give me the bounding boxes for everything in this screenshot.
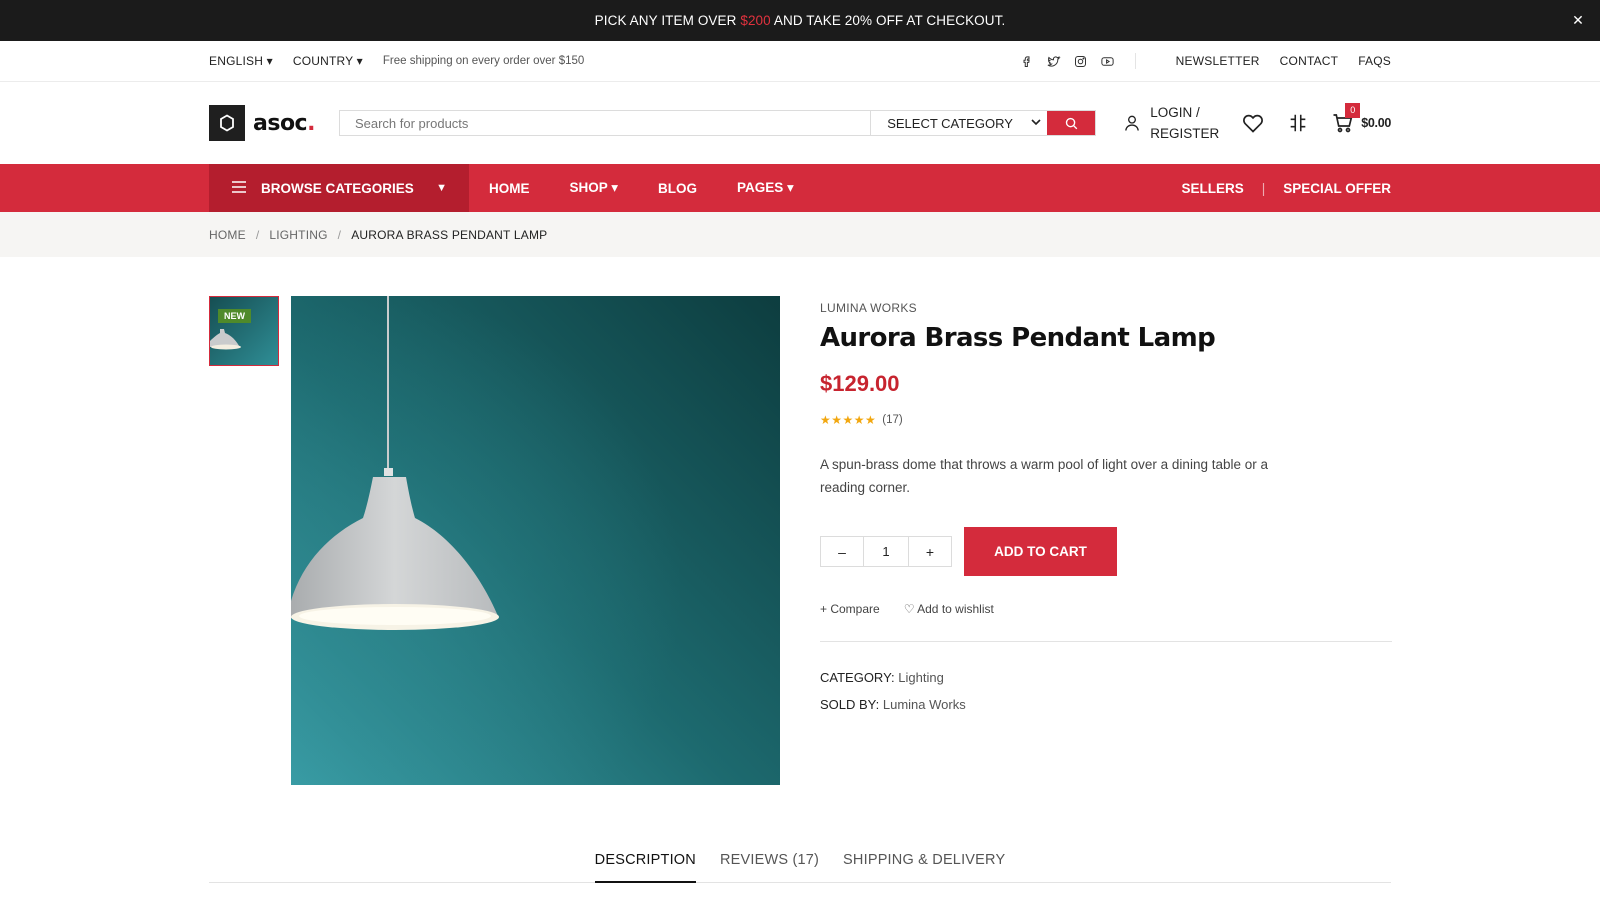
breadcrumb: HOME / LIGHTING / AURORA BRASS PENDANT L…: [0, 212, 1600, 257]
product-info: LUMINA WORKS Aurora Brass Pendant Lamp $…: [820, 296, 1392, 718]
account-link[interactable]: LOGIN / REGISTER: [1122, 102, 1219, 144]
close-icon[interactable]: ✕: [1570, 12, 1586, 28]
purchase-row: – + ADD TO CART: [820, 527, 1392, 576]
star-rating-icon: ★★★★★: [820, 413, 877, 427]
tab-description[interactable]: DESCRIPTION: [594, 840, 696, 883]
product-main-image[interactable]: [291, 296, 780, 785]
search-bar: SELECT CATEGORY: [338, 110, 1097, 136]
nav-sellers[interactable]: SELLERS: [1181, 181, 1243, 196]
social-links: [1019, 53, 1136, 69]
youtube-icon[interactable]: [1100, 54, 1115, 69]
product-description: A spun-brass dome that throws a warm poo…: [820, 457, 1268, 495]
product-thumbnail[interactable]: NEW: [209, 296, 279, 366]
chevron-down-icon: [1031, 118, 1041, 129]
breadcrumb-current: AURORA BRASS PENDANT LAMP: [351, 227, 548, 242]
promo-text-start: PICK ANY ITEM OVER: [594, 13, 741, 28]
logo-mark: [209, 105, 245, 141]
logo-wordmark: asoc.: [253, 111, 315, 136]
wishlist-button[interactable]: [1241, 111, 1265, 135]
breadcrumb-home[interactable]: HOME: [209, 228, 246, 242]
breadcrumb-separator: /: [255, 227, 260, 242]
facebook-icon[interactable]: [1019, 54, 1034, 69]
product-actions: + Compare ♡ Add to wishlist: [820, 602, 1392, 616]
nav-blog[interactable]: BLOG: [658, 181, 697, 196]
logo-text: asoc: [253, 110, 308, 136]
logo-dot: .: [307, 110, 315, 136]
promo-text-end: AND TAKE 20% OFF AT CHECKOUT.: [770, 13, 1006, 28]
divider: [820, 641, 1392, 642]
product-meta: CATEGORY: Lighting SOLD BY: Lumina Works: [820, 664, 1392, 718]
quantity-input[interactable]: [863, 537, 909, 566]
faqs-link[interactable]: FAQS: [1358, 54, 1391, 68]
heart-icon: [1243, 114, 1264, 133]
review-count: (17): [882, 414, 903, 426]
cart-total: $0.00: [1361, 116, 1391, 130]
product-rating[interactable]: ★★★★★ (17): [820, 413, 1392, 427]
language-selector[interactable]: ENGLISH ▾: [209, 54, 273, 68]
compare-button[interactable]: [1287, 112, 1309, 134]
sold-by-meta: SOLD BY: Lumina Works: [820, 691, 1392, 718]
country-selector[interactable]: COUNTRY ▾: [293, 54, 363, 68]
account-label: LOGIN / REGISTER: [1150, 102, 1219, 144]
cart-count-badge: 0: [1345, 103, 1361, 118]
sold-by-label: SOLD BY:: [820, 697, 880, 712]
add-to-wishlist-link[interactable]: ♡ Add to wishlist: [904, 602, 994, 616]
breadcrumb-separator: /: [337, 227, 342, 242]
compare-icon: [1290, 114, 1306, 132]
site-header: asoc. SELECT CATEGORY LOGIN / REGISTER: [0, 82, 1600, 164]
vendor-link[interactable]: LUMINA WORKS: [820, 301, 1392, 315]
quantity-decrease-button[interactable]: –: [821, 537, 863, 566]
new-badge: NEW: [218, 309, 251, 323]
thumbnail-image: [210, 297, 278, 365]
nav-home[interactable]: HOME: [489, 181, 530, 196]
search-input[interactable]: [339, 111, 871, 135]
browse-categories-button[interactable]: BROWSE CATEGORIES ▼: [209, 164, 469, 212]
product-title: Aurora Brass Pendant Lamp: [820, 323, 1216, 353]
nav-pages[interactable]: PAGES ▾: [737, 180, 794, 196]
twitter-icon[interactable]: [1046, 54, 1061, 69]
browse-categories-label: BROWSE CATEGORIES: [261, 180, 414, 196]
register-label: REGISTER: [1150, 126, 1220, 141]
cart-button[interactable]: 0 $0.00: [1331, 103, 1391, 135]
nav-special-offer[interactable]: SPECIAL OFFER: [1283, 181, 1391, 196]
main-nav: BROWSE CATEGORIES ▼ HOME SHOP ▾ BLOG PAG…: [0, 164, 1600, 212]
quantity-increase-button[interactable]: +: [909, 537, 951, 566]
newsletter-link[interactable]: NEWSLETTER: [1176, 54, 1260, 68]
category-meta-link[interactable]: Lighting: [898, 670, 944, 685]
category-meta: CATEGORY: Lighting: [820, 664, 1392, 691]
add-to-cart-button[interactable]: ADD TO CART: [964, 527, 1117, 576]
utility-bar: ENGLISH ▾ COUNTRY ▾ Free shipping on eve…: [0, 41, 1600, 82]
promo-bar: PICK ANY ITEM OVER $200 AND TAKE 20% OFF…: [0, 0, 1600, 41]
shipping-note: Free shipping on every order over $150: [382, 55, 585, 67]
caret-down-icon: ▼: [436, 182, 447, 194]
sold-by-link[interactable]: Lumina Works: [883, 697, 966, 712]
site-logo[interactable]: asoc.: [209, 105, 315, 141]
pendant-lamp-image: [291, 296, 780, 785]
compare-link[interactable]: + Compare: [820, 602, 880, 616]
product-price: $129.00: [820, 371, 900, 396]
product-tabs: DESCRIPTION REVIEWS (17) SHIPPING & DELI…: [209, 840, 1391, 883]
menu-icon: [231, 180, 247, 197]
tab-shipping-delivery[interactable]: SHIPPING & DELIVERY: [843, 840, 1005, 883]
contact-link[interactable]: CONTACT: [1280, 54, 1339, 68]
promo-amount: $200: [740, 13, 771, 28]
category-select[interactable]: SELECT CATEGORY: [870, 111, 1047, 135]
login-label: LOGIN /: [1150, 105, 1200, 120]
breadcrumb-lighting[interactable]: LIGHTING: [269, 228, 327, 242]
nav-divider: |: [1261, 180, 1266, 196]
tab-reviews[interactable]: REVIEWS (17): [720, 840, 819, 883]
user-icon: [1125, 115, 1140, 131]
search-icon: [1065, 117, 1078, 129]
nav-right: SELLERS | SPECIAL OFFER: [1181, 181, 1391, 196]
category-meta-label: CATEGORY:: [820, 670, 895, 685]
quantity-stepper: – +: [820, 536, 952, 567]
search-button[interactable]: [1047, 111, 1096, 135]
category-select-label: SELECT CATEGORY: [887, 115, 1013, 131]
nav-shop[interactable]: SHOP ▾: [570, 180, 619, 196]
instagram-icon[interactable]: [1073, 54, 1088, 69]
